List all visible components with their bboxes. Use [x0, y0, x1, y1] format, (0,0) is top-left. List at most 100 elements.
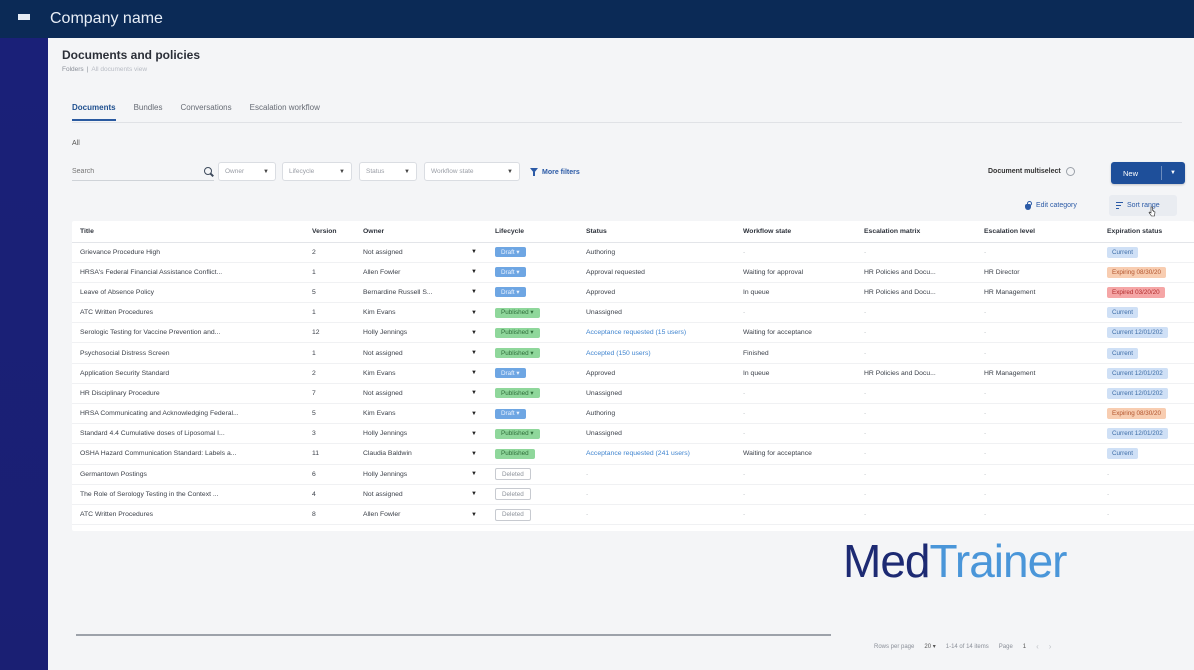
cell-status[interactable]: Acceptance requested (15 users) — [578, 322, 735, 344]
chevron-down-icon[interactable]: ▼ — [471, 451, 477, 457]
workflow-state-filter[interactable]: Workflow state ▼ — [424, 162, 520, 181]
table-row[interactable]: HRSA Communicating and Acknowledging Fed… — [72, 403, 1194, 425]
cell-lifecycle[interactable]: Published ▾ — [487, 322, 578, 344]
cell-status[interactable]: Acceptance requested (241 users) — [578, 443, 735, 465]
tab-bundles[interactable]: Bundles — [134, 103, 163, 121]
tab-conversations[interactable]: Conversations — [180, 103, 231, 121]
cell-title[interactable]: Standard 4.4 Cumulative doses of Liposom… — [72, 423, 304, 445]
cell-lifecycle[interactable]: Published — [487, 443, 578, 465]
lifecycle-badge[interactable]: Published ▾ — [495, 428, 540, 439]
cell-title[interactable]: Leave of Absence Policy — [72, 282, 304, 304]
table-row[interactable]: HRSA's Federal Financial Assistance Conf… — [72, 262, 1194, 283]
cell-title[interactable]: HR Disciplinary Procedure — [72, 383, 304, 405]
chevron-down-icon[interactable]: ▼ — [471, 370, 477, 376]
table-row[interactable]: Application Security Standard 2 Kim Evans ▼… — [72, 363, 1194, 384]
cell-lifecycle[interactable]: Draft ▾ — [487, 403, 578, 425]
cell-title[interactable]: ATC Written Procedures — [72, 504, 304, 526]
table-row[interactable]: The Role of Serology Testing in the Cont… — [72, 484, 1194, 505]
column-header-expiration-status[interactable]: Expiration status — [1099, 221, 1194, 243]
table-row[interactable]: ATC Written Procedures 1 Kim Evans ▼ Publish… — [72, 302, 1194, 324]
lifecycle-badge[interactable]: Draft ▾ — [495, 368, 526, 379]
cell-lifecycle[interactable]: Published ▾ — [487, 302, 578, 324]
cell-status[interactable]: Accepted (150 users) — [578, 342, 735, 364]
lifecycle-badge[interactable]: Published ▾ — [495, 307, 540, 318]
cell-title[interactable]: The Role of Serology Testing in the Cont… — [72, 484, 304, 505]
chevron-down-icon[interactable]: ▼ — [471, 471, 477, 477]
table-row[interactable]: HR Disciplinary Procedure 7 Not assigned ▼ P… — [72, 383, 1194, 405]
column-header-status[interactable]: Status — [578, 221, 735, 243]
cell-lifecycle[interactable]: Draft ▾ — [487, 262, 578, 283]
table-row[interactable]: Germantown Postings 6 Holly Jennings ▼ Delet… — [72, 464, 1194, 485]
cell-title[interactable]: Application Security Standard — [72, 363, 304, 384]
owner-filter[interactable]: Owner ▼ — [218, 162, 276, 181]
chevron-down-icon[interactable]: ▼ — [471, 310, 477, 316]
lifecycle-badge[interactable]: Published — [495, 448, 535, 459]
lifecycle-badge[interactable]: Draft ▾ — [495, 408, 526, 419]
document-multiselect-toggle[interactable]: Document multiselect — [988, 167, 1075, 176]
cell-title[interactable]: OSHA Hazard Communication Standard: Labe… — [72, 443, 304, 465]
cell-owner[interactable]: Bernardine Russell S... ▼ — [355, 282, 487, 304]
chevron-down-icon[interactable]: ▼ — [471, 491, 477, 497]
cell-title[interactable]: Grievance Procedure High — [72, 242, 304, 263]
cell-lifecycle[interactable]: Draft ▾ — [487, 282, 578, 304]
cell-owner[interactable]: Kim Evans ▼ — [355, 403, 487, 425]
column-header-owner[interactable]: Owner — [355, 221, 487, 243]
rows-per-page-select[interactable]: 20 ▾ — [924, 643, 935, 650]
cell-lifecycle[interactable]: Draft ▾ — [487, 242, 578, 263]
lifecycle-filter[interactable]: Lifecycle ▼ — [282, 162, 352, 181]
multiselect-checkbox[interactable] — [1065, 167, 1075, 176]
cell-title[interactable]: Serologic Testing for Vaccine Prevention… — [72, 322, 304, 344]
cell-lifecycle[interactable]: Published ▾ — [487, 423, 578, 445]
previous-page-icon[interactable]: ‹ — [1036, 642, 1039, 651]
column-header-escalation-level[interactable]: Escalation level — [976, 221, 1099, 243]
cell-owner[interactable]: Not assigned ▼ — [355, 242, 487, 263]
chevron-down-icon[interactable]: ▼ — [1170, 170, 1176, 176]
next-page-icon[interactable]: › — [1049, 642, 1052, 651]
lifecycle-badge[interactable]: Draft ▾ — [495, 247, 526, 258]
column-header-version[interactable]: Version — [304, 221, 355, 243]
cell-title[interactable]: Germantown Postings — [72, 464, 304, 485]
table-row[interactable]: ATC Written Procedures 8 Allen Fowler ▼ Dele… — [72, 504, 1194, 526]
cell-owner[interactable]: Holly Jennings ▼ — [355, 322, 487, 344]
cell-owner[interactable]: Holly Jennings ▼ — [355, 464, 487, 485]
cell-lifecycle[interactable]: Deleted — [487, 504, 578, 526]
cell-title[interactable]: ATC Written Procedures — [72, 302, 304, 324]
cell-title[interactable]: Psychosocial Distress Screen — [72, 342, 304, 364]
cell-owner[interactable]: Allen Fowler ▼ — [355, 262, 487, 283]
lifecycle-badge[interactable]: Draft ▾ — [495, 287, 526, 298]
cell-lifecycle[interactable]: Draft ▾ — [487, 363, 578, 384]
table-row[interactable]: Psychosocial Distress Screen 1 Not assigne… — [72, 342, 1194, 364]
breadcrumb-item[interactable]: Folders — [62, 66, 84, 73]
chevron-down-icon[interactable]: ▼ — [471, 269, 477, 275]
column-header-lifecycle[interactable]: Lifecycle — [487, 221, 578, 243]
horizontal-scrollbar[interactable] — [76, 634, 831, 636]
cell-lifecycle[interactable]: Deleted — [487, 484, 578, 505]
menu-button[interactable] — [0, 0, 48, 38]
table-row[interactable]: OSHA Hazard Communication Standard: Labe… — [72, 443, 1194, 465]
sort-button[interactable]: Sort range — [1109, 195, 1177, 216]
cell-owner[interactable]: Kim Evans ▼ — [355, 363, 487, 384]
search-icon[interactable] — [204, 166, 214, 177]
lifecycle-badge[interactable]: Deleted — [495, 468, 531, 481]
table-row[interactable]: Grievance Procedure High 2 Not assigned ▼ Dr… — [72, 242, 1194, 263]
search-input[interactable] — [72, 168, 182, 175]
lifecycle-badge[interactable]: Published ▾ — [495, 348, 540, 359]
cell-owner[interactable]: Allen Fowler ▼ — [355, 504, 487, 526]
chevron-down-icon[interactable]: ▼ — [471, 350, 477, 356]
lifecycle-badge[interactable]: Published ▾ — [495, 388, 540, 399]
lifecycle-badge[interactable]: Draft ▾ — [495, 267, 526, 278]
cell-title[interactable]: HRSA Communicating and Acknowledging Fed… — [72, 403, 304, 425]
more-filters-button[interactable]: More filters — [530, 168, 580, 176]
chevron-down-icon[interactable]: ▼ — [471, 330, 477, 336]
table-row[interactable]: Leave of Absence Policy 5 Bernardine Russe… — [72, 282, 1194, 304]
cell-owner[interactable]: Not assigned ▼ — [355, 342, 487, 364]
table-row[interactable]: Standard 4.4 Cumulative doses of Liposom… — [72, 423, 1194, 445]
cell-owner[interactable]: Holly Jennings ▼ — [355, 423, 487, 445]
column-header-title[interactable]: Title — [72, 221, 304, 243]
chevron-down-icon[interactable]: ▼ — [471, 411, 477, 417]
lifecycle-badge[interactable]: Published ▾ — [495, 327, 540, 338]
chevron-down-icon[interactable]: ▼ — [471, 289, 477, 295]
status-filter[interactable]: Status ▼ — [359, 162, 417, 181]
lifecycle-badge[interactable]: Deleted — [495, 508, 531, 521]
cell-lifecycle[interactable]: Published ▾ — [487, 383, 578, 405]
